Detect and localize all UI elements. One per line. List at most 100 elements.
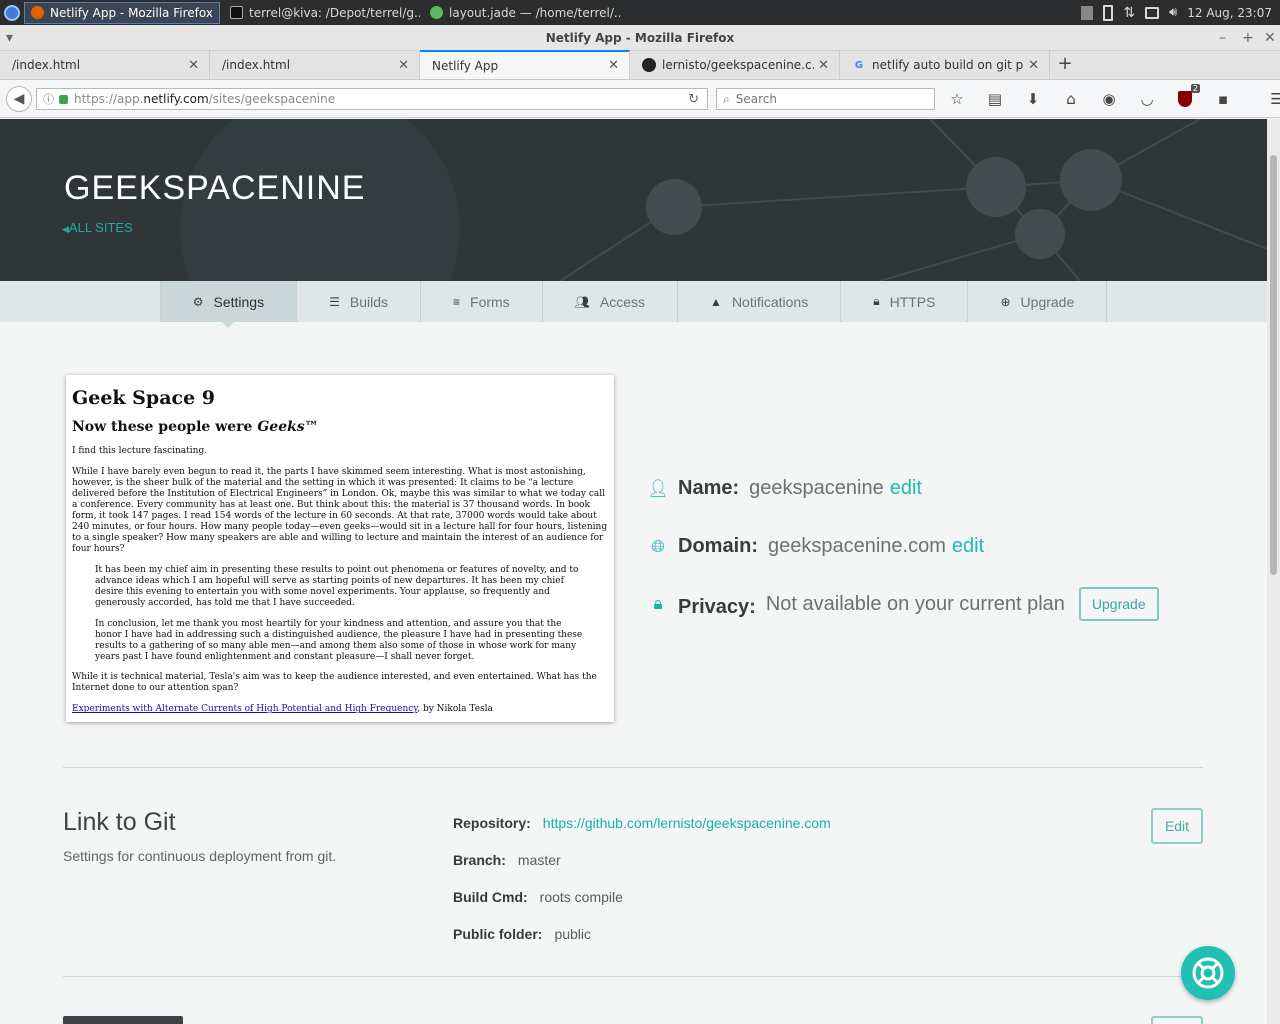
pause-icon[interactable] [1081, 5, 1094, 20]
hamburger-menu-icon[interactable]: ☰ [1266, 88, 1280, 110]
reading-list-icon[interactable]: ▤ [984, 88, 1006, 110]
caret-left-icon: ◀ [62, 224, 69, 234]
bookmark-star-icon[interactable]: ☆ [946, 88, 968, 110]
public-folder-value: public [554, 926, 592, 942]
tab-label: Forms [470, 293, 510, 310]
close-window-icon[interactable]: ✕ [1264, 25, 1276, 51]
taskbar-task-terminal[interactable]: terrel@kiva: /Depot/terrel/g... [224, 2, 420, 24]
privacy-label: Privacy: [678, 595, 756, 618]
tab-label: /index.html [222, 58, 291, 72]
close-tab-icon[interactable]: ✕ [398, 58, 409, 73]
info-icon[interactable]: ⓘ [43, 91, 54, 107]
tab-google[interactable]: G netlify auto build on git p... ✕ [840, 51, 1050, 79]
url-bar[interactable]: ⓘ https://app. netlify.com/sites/geekspac… [36, 88, 708, 110]
upgrade-button[interactable]: Upgrade [1078, 587, 1159, 621]
close-tab-icon[interactable]: ✕ [818, 58, 829, 73]
site-header: GEEKSPACENINE ◀ALL SITES [0, 119, 1267, 281]
window-title: Netlify App - Mozilla Firefox [545, 31, 735, 45]
tab-label: Access [599, 293, 646, 310]
user-icon: 👤︎ [647, 478, 669, 498]
search-placeholder: Search [735, 92, 777, 106]
scrollbar-thumb[interactable] [1270, 155, 1277, 575]
network-icon[interactable]: ⇅ [1123, 5, 1135, 21]
new-tab-button[interactable]: + [1050, 51, 1080, 79]
repository-label: Repository: [453, 815, 531, 831]
mail-icon[interactable] [1145, 6, 1160, 19]
lock-icon [59, 94, 68, 104]
minimize-icon[interactable]: – [1219, 25, 1226, 51]
close-tab-icon[interactable]: ✕ [1028, 58, 1039, 73]
tab-https[interactable]: 🔒︎ HTTPS [840, 281, 967, 322]
terminal-icon [230, 6, 243, 19]
public-folder-label: Public folder: [453, 926, 543, 942]
download-icon[interactable]: ⬇ [1022, 88, 1044, 110]
tab-github[interactable]: lernisto/geekspacenine.c... ✕ [630, 51, 840, 79]
start-menu-button[interactable] [0, 1, 24, 25]
site-domain-value: geekspacenine.com [768, 535, 946, 557]
globe-icon: 🌐︎ [651, 536, 665, 556]
search-input[interactable]: ⌕ Search [716, 88, 935, 110]
close-tab-icon[interactable]: ✕ [608, 58, 619, 73]
site-subnav: ⚙ Settings ☰ Builds ≡ Forms 👥︎ Access ▲ Notif… [0, 281, 1267, 328]
tab-builds[interactable]: ☰ Builds [296, 281, 420, 322]
tab-strip: /index.html ✕ /index.html ✕ Netlify App … [0, 50, 1280, 80]
tab-label: /index.html [12, 58, 81, 72]
tab-index-1[interactable]: /index.html ✕ [0, 51, 210, 79]
tab-settings[interactable]: ⚙ Settings [159, 281, 297, 328]
section-divider [63, 767, 1203, 768]
repository-link[interactable]: https://github.com/lernisto/geekspacenin… [543, 815, 831, 831]
ublock-icon[interactable]: 2 [1174, 84, 1200, 110]
edit-name-link[interactable]: edit [890, 477, 922, 500]
branch-row: Branch: master [453, 852, 561, 868]
help-button[interactable] [1181, 946, 1235, 1000]
tab-notifications[interactable]: ▲ Notifications [677, 281, 840, 322]
clock[interactable]: 12 Aug, 23:07 [1187, 6, 1272, 20]
tab-label: Netlify App [432, 58, 499, 73]
task-label: layout.jade — /home/terrel/... [449, 5, 620, 20]
chat-icon[interactable]: ◉ [1098, 88, 1120, 110]
url-host: netlify.com [143, 92, 209, 106]
site-privacy-row: 🔒︎ Privacy: Not available on your curren… [648, 587, 1159, 621]
tab-netlify-app[interactable]: Netlify App ✕ [420, 50, 630, 79]
google-icon: G [854, 59, 864, 71]
reload-icon[interactable]: ↻ [688, 92, 699, 107]
home-icon[interactable]: ⌂ [1060, 88, 1082, 110]
next-edit-button[interactable] [1151, 1016, 1203, 1024]
preview-heading: Geek Space 9 [72, 387, 215, 409]
branch-value: master [517, 852, 561, 868]
volume-icon[interactable]: 🔊︎ [1169, 5, 1177, 20]
branch-label: Branch: [453, 852, 506, 868]
site-screenshot-preview[interactable]: Geek Space 9 Now these people were Geeks… [66, 375, 614, 722]
preview-source-link[interactable]: Experiments with Alternate Currents of H… [72, 704, 417, 714]
pocket-icon[interactable]: ◡ [1136, 88, 1158, 110]
battery-icon[interactable] [1103, 4, 1114, 21]
close-tab-icon[interactable]: ✕ [188, 58, 199, 73]
taskbar-task-editor[interactable]: layout.jade — /home/terrel/... [424, 2, 620, 24]
taskbar-task-firefox[interactable]: Netlify App - Mozilla Firefox [24, 1, 220, 24]
all-sites-link[interactable]: ◀ALL SITES [62, 220, 133, 235]
plus-circle-icon: ⊕ [1000, 294, 1011, 309]
url-prefix: https://app. [74, 92, 144, 106]
back-button[interactable]: ◀ [6, 85, 32, 112]
edit-git-button[interactable]: Edit [1151, 808, 1203, 844]
window-titlebar: ▾ Netlify App - Mozilla Firefox – + ✕ [0, 25, 1280, 51]
extension-icon[interactable]: ▪ [1212, 88, 1234, 110]
section-description: Settings for continuous deployment from … [63, 848, 337, 864]
window-menu-icon[interactable]: ▾ [6, 25, 13, 51]
site-name-row: 👤︎ Name: geekspacenine edit [647, 477, 922, 500]
badge-count: 2 [1190, 84, 1200, 93]
tab-access[interactable]: 👥︎ Access [541, 281, 677, 322]
shield-icon [1178, 91, 1192, 107]
maximize-icon[interactable]: + [1242, 25, 1254, 51]
edit-domain-link[interactable]: edit [952, 535, 984, 558]
section-title: Link to Git [63, 808, 176, 836]
page-scrollbar[interactable] [1267, 119, 1280, 1024]
tab-upgrade[interactable]: ⊕ Upgrade [967, 281, 1108, 322]
tab-label: Settings [213, 293, 265, 310]
users-icon: 👥︎ [574, 294, 590, 309]
tab-label: Upgrade [1020, 293, 1075, 310]
tab-index-2[interactable]: /index.html ✕ [210, 51, 420, 79]
url-path: /sites/geekspacenine [208, 92, 336, 106]
search-icon: ⌕ [723, 91, 730, 106]
tab-forms[interactable]: ≡ Forms [420, 281, 542, 322]
